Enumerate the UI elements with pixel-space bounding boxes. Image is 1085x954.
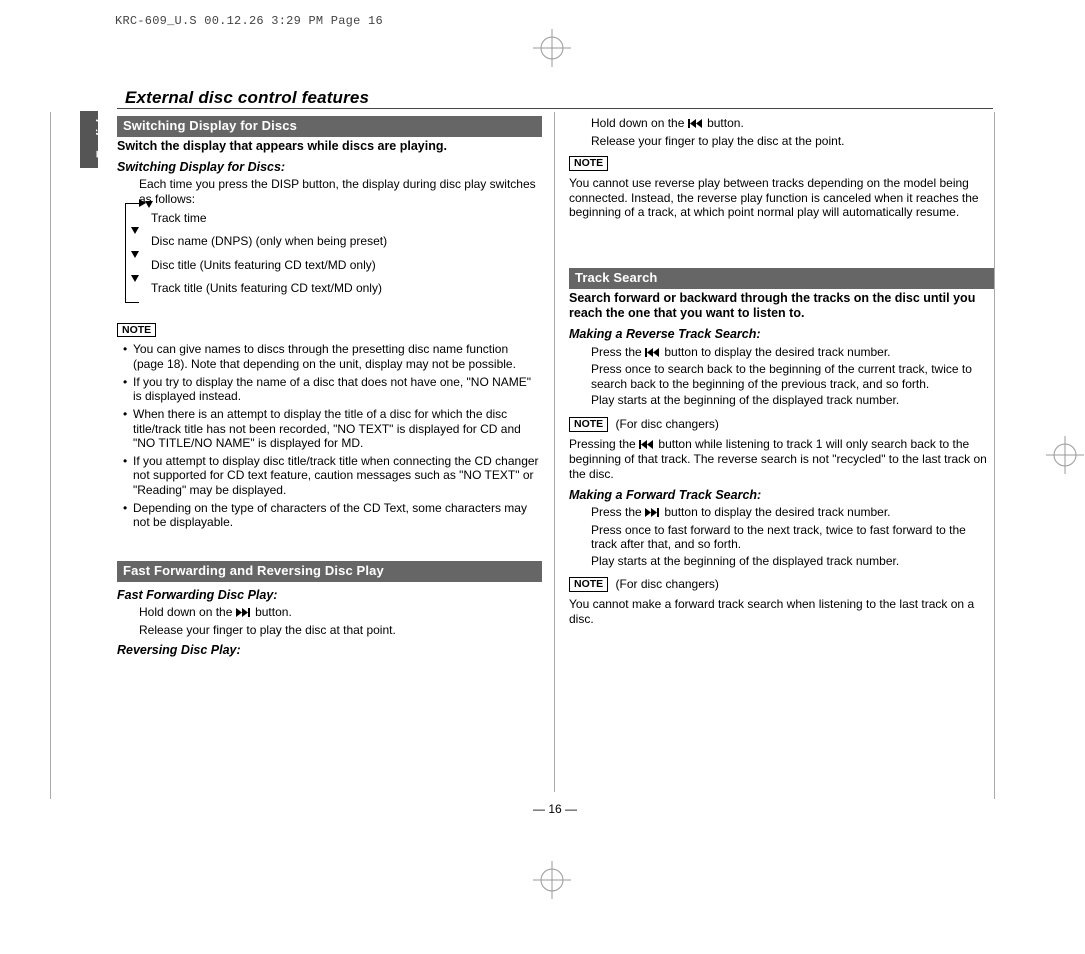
body-para: Each time you press the DISP button, the… bbox=[139, 177, 542, 206]
body-para: Release your finger to play the disc at … bbox=[591, 134, 994, 149]
note-body: You cannot make a forward track search w… bbox=[569, 597, 994, 626]
content-area: Switching Display for Discs Switch the d… bbox=[117, 112, 993, 792]
body-text: Hold down on the button. Release your fi… bbox=[139, 605, 542, 637]
changer-label: (For disc changers) bbox=[616, 577, 719, 591]
body-para: Press once to fast forward to the next t… bbox=[591, 523, 994, 552]
note-body: Pressing the button while listening to t… bbox=[569, 437, 994, 482]
language-tab: English bbox=[80, 111, 98, 168]
page-number: — 16 — bbox=[117, 802, 993, 816]
body-para: Play starts at the beginning of the disp… bbox=[591, 554, 994, 569]
section-bar-track-search: Track Search bbox=[569, 268, 994, 289]
cycle-entry-arrow-icon bbox=[145, 201, 153, 208]
heading-rule bbox=[117, 108, 993, 109]
sub-heading: Reversing Disc Play: bbox=[117, 643, 542, 658]
list-item: If you try to display the name of a disc… bbox=[123, 375, 542, 404]
page-canvas: KRC-609_U.S 00.12.26 3:29 PM Page 16 Eng… bbox=[0, 0, 1085, 954]
cycle-item: Disc name (DNPS) (only when being preset… bbox=[151, 234, 542, 249]
cycle-item: Track title (Units featuring CD text/MD … bbox=[151, 281, 542, 296]
note-label: NOTE bbox=[117, 323, 156, 338]
page-border-left bbox=[50, 112, 51, 799]
section-intro: Switch the display that appears while di… bbox=[117, 139, 542, 154]
sub-heading: Making a Reverse Track Search: bbox=[569, 327, 994, 342]
regmark-top bbox=[533, 29, 571, 67]
changer-label: (For disc changers) bbox=[616, 417, 719, 431]
list-item: If you attempt to display disc title/tra… bbox=[123, 454, 542, 498]
body-para: Press once to search back to the beginni… bbox=[591, 362, 994, 391]
note-inline: NOTE (For disc changers) bbox=[569, 571, 994, 595]
display-cycle-diagram: Track time Disc name (DNPS) (only when b… bbox=[127, 211, 542, 311]
note-label: NOTE bbox=[569, 417, 608, 432]
body-text: Press the button to display the desired … bbox=[591, 505, 994, 569]
body-text: Press the button to display the desired … bbox=[591, 345, 994, 409]
next-track-icon bbox=[236, 606, 252, 621]
list-item: You can give names to discs through the … bbox=[123, 342, 542, 371]
arrow-down-icon bbox=[131, 275, 139, 282]
arrow-down-icon bbox=[131, 227, 139, 234]
body-para: Release your finger to play the disc at … bbox=[139, 623, 542, 638]
prev-track-icon bbox=[688, 117, 704, 132]
right-column: Hold down on the button. Release your fi… bbox=[569, 112, 994, 627]
cycle-item: Track time bbox=[151, 211, 542, 226]
prev-track-icon bbox=[639, 438, 655, 453]
section-bar-ff-rev: Fast Forwarding and Reversing Disc Play bbox=[117, 561, 542, 582]
list-item: When there is an attempt to display the … bbox=[123, 407, 542, 451]
sub-heading: Fast Forwarding Disc Play: bbox=[117, 588, 542, 603]
left-column: Switching Display for Discs Switch the d… bbox=[117, 112, 542, 661]
print-job-header: KRC-609_U.S 00.12.26 3:29 PM Page 16 bbox=[115, 14, 383, 28]
page-title: External disc control features bbox=[125, 88, 369, 108]
next-track-icon bbox=[645, 506, 661, 521]
regmark-right bbox=[1046, 436, 1084, 474]
note-label: NOTE bbox=[569, 156, 608, 171]
sub-heading: Switching Display for Discs: bbox=[117, 160, 542, 175]
note-bullet-list: You can give names to discs through the … bbox=[123, 342, 542, 530]
section-intro: Search forward or backward through the t… bbox=[569, 291, 994, 322]
page-border-right bbox=[994, 112, 995, 799]
body-para: Press the button to display the desired … bbox=[591, 505, 994, 521]
body-para: Play starts at the beginning of the disp… bbox=[591, 393, 994, 408]
prev-track-icon bbox=[645, 346, 661, 361]
body-text: Each time you press the DISP button, the… bbox=[139, 177, 542, 206]
arrow-down-icon bbox=[131, 251, 139, 258]
body-para: Press the button to display the desired … bbox=[591, 345, 994, 361]
note-inline: NOTE (For disc changers) bbox=[569, 411, 994, 435]
cycle-item: Disc title (Units featuring CD text/MD o… bbox=[151, 258, 542, 273]
note-label: NOTE bbox=[569, 577, 608, 592]
section-bar-switching-display: Switching Display for Discs bbox=[117, 116, 542, 137]
body-para: Hold down on the button. bbox=[591, 116, 994, 132]
note-body: You cannot use reverse play between trac… bbox=[569, 176, 994, 220]
body-text: Hold down on the button. Release your fi… bbox=[591, 116, 994, 148]
regmark-bottom bbox=[533, 861, 571, 899]
sub-heading: Making a Forward Track Search: bbox=[569, 488, 994, 503]
body-para: Hold down on the button. bbox=[139, 605, 542, 621]
language-tab-label: English bbox=[94, 116, 108, 159]
list-item: Depending on the type of characters of t… bbox=[123, 501, 542, 530]
